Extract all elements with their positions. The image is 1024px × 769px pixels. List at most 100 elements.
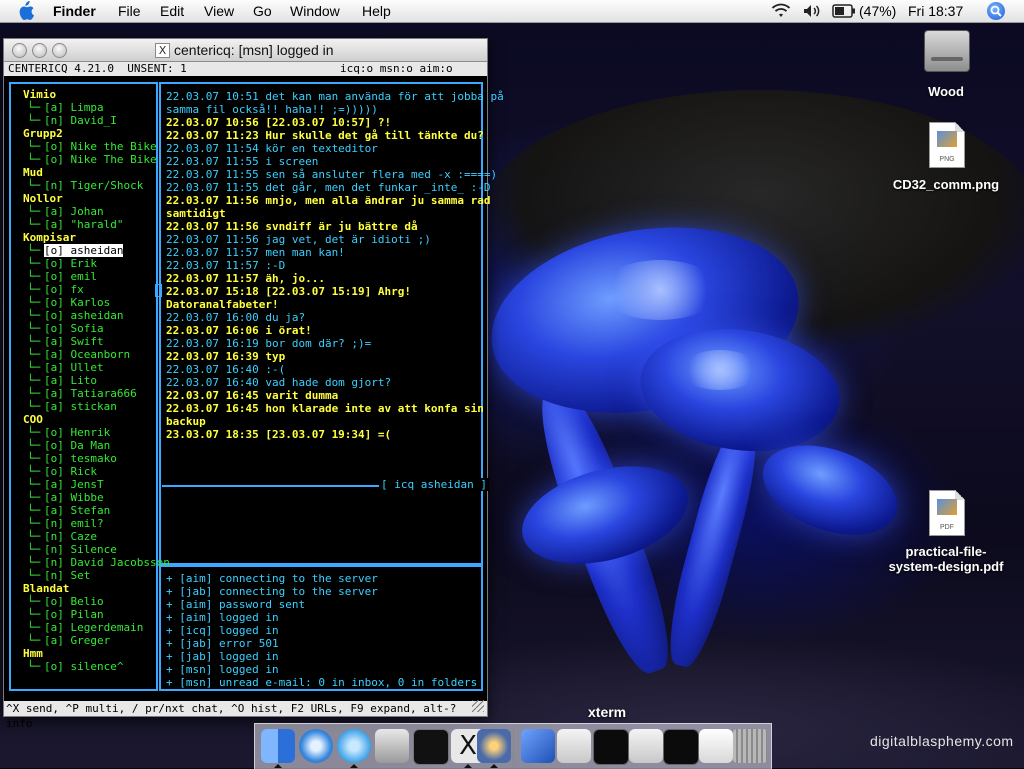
- chat-message-received: 22.03.07 11:57 men man kan!: [166, 246, 345, 259]
- menu-edit[interactable]: Edit: [160, 2, 184, 20]
- contact-item[interactable]: [n] Set: [44, 569, 90, 582]
- chat-message-received: 22.03.07 10:51 det kan man använda för a…: [166, 90, 504, 103]
- tree-branch: └─: [27, 608, 41, 621]
- chat-message-received: 22.03.07 11:56 jag vet, det är idioti ;): [166, 233, 431, 246]
- contact-item[interactable]: [a] Stefan: [44, 504, 110, 517]
- battery-icon[interactable]: [832, 4, 856, 18]
- contact-item[interactable]: [o] fx: [44, 283, 84, 296]
- contact-item[interactable]: [a] Oceanborn: [44, 348, 130, 361]
- zoom-button[interactable]: [52, 43, 67, 58]
- running-indicator: [350, 764, 358, 768]
- applications-folder-icon[interactable]: [521, 729, 555, 763]
- contact-item[interactable]: [o] emil: [44, 270, 97, 283]
- contact-item[interactable]: [o] Da Man: [44, 439, 110, 452]
- contact-group[interactable]: Kompisar: [23, 231, 76, 244]
- menu-help[interactable]: Help: [362, 2, 391, 20]
- itunes-icon[interactable]: [337, 729, 371, 763]
- contact-item[interactable]: [a] Tatiara666: [44, 387, 137, 400]
- contact-item[interactable]: [a] JensT: [44, 478, 104, 491]
- log-entry: + [aim] logged in: [166, 611, 279, 624]
- contact-item[interactable]: [o] silence^: [44, 660, 123, 673]
- contact-group[interactable]: Grupp2: [23, 127, 63, 140]
- contact-item[interactable]: [o] Sofia: [44, 322, 104, 335]
- terminal-area[interactable]: CENTERICQ 4.21.0 UNSENT: 1 icq:o msn:o a…: [4, 62, 504, 730]
- contact-item[interactable]: [n] emil?: [44, 517, 104, 530]
- contact-group[interactable]: COO: [23, 413, 43, 426]
- menu-view[interactable]: View: [204, 2, 234, 20]
- contact-item[interactable]: [n] Tiger/Shock: [44, 179, 143, 192]
- system-preferences-icon[interactable]: [375, 729, 409, 763]
- contact-item[interactable]: [a] Wibbe: [44, 491, 104, 504]
- centericq-window[interactable]: X centericq: [msn] logged in CENTERICQ 4…: [3, 38, 504, 730]
- contact-item[interactable]: [o] Erik: [44, 257, 97, 270]
- desktop-icon-cd32-comm[interactable]: PNG CD32_comm.png: [884, 122, 1008, 192]
- contact-group[interactable]: Mud: [23, 166, 43, 179]
- menu-window[interactable]: Window: [290, 2, 340, 20]
- contact-item[interactable]: [a] stickan: [44, 400, 117, 413]
- chat-message-sent: 22.03.07 15:18 [22.03.07 15:19] Ahrg!: [166, 285, 412, 298]
- contact-item[interactable]: [n] David Jacobsson: [44, 556, 170, 569]
- log-entry: + [jab] error 501: [166, 637, 279, 650]
- menu-file[interactable]: File: [118, 2, 141, 20]
- contact-item[interactable]: [a] Lito: [44, 374, 97, 387]
- safari-icon[interactable]: [299, 729, 333, 763]
- log-entry: + [aim] password sent: [166, 598, 306, 611]
- desktop-icon-wood[interactable]: Wood: [904, 30, 988, 100]
- contact-item[interactable]: [o] tesmako: [44, 452, 117, 465]
- wifi-icon[interactable]: [771, 3, 791, 19]
- minimized-window-icon[interactable]: [663, 729, 699, 765]
- preview-icon[interactable]: [477, 729, 511, 763]
- minimized-window-icon[interactable]: [629, 729, 663, 763]
- tree-branch: └─: [27, 244, 41, 257]
- log-entry: + [icq] logged in: [166, 624, 279, 637]
- chat-message-received: 22.03.07 16:19 bor dom där? ;)=: [166, 337, 372, 350]
- contact-item[interactable]: [n] Silence: [44, 543, 117, 556]
- contact-item[interactable]: [a] Swift: [44, 335, 104, 348]
- contact-item-selected[interactable]: [o] asheidan: [44, 244, 124, 257]
- log-entry: + [msn] unread e-mail: 0 in inbox, 0 in …: [166, 676, 478, 689]
- contact-item[interactable]: [n] Caze: [44, 530, 97, 543]
- contact-group[interactable]: Nollor: [23, 192, 63, 205]
- contact-group[interactable]: Blandat: [23, 582, 69, 595]
- contact-item[interactable]: [o] Belio: [44, 595, 104, 608]
- finder-icon[interactable]: [261, 729, 295, 763]
- spotlight-icon[interactable]: [987, 2, 1005, 20]
- contact-item[interactable]: [o] Nike The Bike: [44, 153, 157, 166]
- contact-group[interactable]: Hmm: [23, 647, 43, 660]
- contact-item[interactable]: [o] asheidan: [44, 309, 123, 322]
- window-titlebar[interactable]: X centericq: [msn] logged in: [4, 39, 487, 62]
- contact-group[interactable]: Vimio: [23, 88, 56, 101]
- contact-item[interactable]: [a] Legerdemain: [44, 621, 143, 634]
- contact-item[interactable]: [o] Rick: [44, 465, 97, 478]
- desktop-icon-label: Wood: [928, 84, 964, 99]
- documents-icon[interactable]: [699, 729, 733, 763]
- menu-app-name[interactable]: Finder: [53, 2, 96, 20]
- contact-item[interactable]: [o] Karlos: [44, 296, 110, 309]
- trash-icon[interactable]: [733, 729, 767, 763]
- tree-branch: └─: [27, 452, 41, 465]
- minimized-window-icon[interactable]: [593, 729, 629, 765]
- close-button[interactable]: [12, 43, 27, 58]
- chat-message-sent: 22.03.07 11:56 svndiff är ju bättre då: [166, 220, 418, 233]
- desktop-icon-practical-file-system-design[interactable]: PDF practical-file-system-design.pdf: [884, 490, 1008, 580]
- contact-item[interactable]: [o] Henrik: [44, 426, 110, 439]
- contact-item[interactable]: [o] Pilan: [44, 608, 104, 621]
- menu-clock[interactable]: Fri 18:37: [908, 2, 963, 20]
- apple-menu-icon[interactable]: [16, 1, 34, 21]
- volume-icon[interactable]: [802, 3, 822, 19]
- contact-item[interactable]: [a] "harald": [44, 218, 123, 231]
- contact-item[interactable]: [o] Nike the Bike: [44, 140, 157, 153]
- contact-item[interactable]: [a] Limpa: [44, 101, 104, 114]
- contact-item[interactable]: [a] Johan: [44, 205, 104, 218]
- minimize-button[interactable]: [32, 43, 47, 58]
- minimized-window-icon[interactable]: [557, 729, 591, 763]
- contact-item[interactable]: [a] Greger: [44, 634, 110, 647]
- contact-item[interactable]: [n] David_I: [44, 114, 117, 127]
- window-title: centericq: [msn] logged in: [174, 42, 334, 58]
- menu-go[interactable]: Go: [253, 2, 272, 20]
- terminal-icon[interactable]: [413, 729, 449, 765]
- contact-item[interactable]: [a] Ullet: [44, 361, 104, 374]
- tree-branch: └─: [27, 296, 41, 309]
- resize-grip[interactable]: [472, 700, 484, 712]
- tree-branch: └─: [27, 426, 41, 439]
